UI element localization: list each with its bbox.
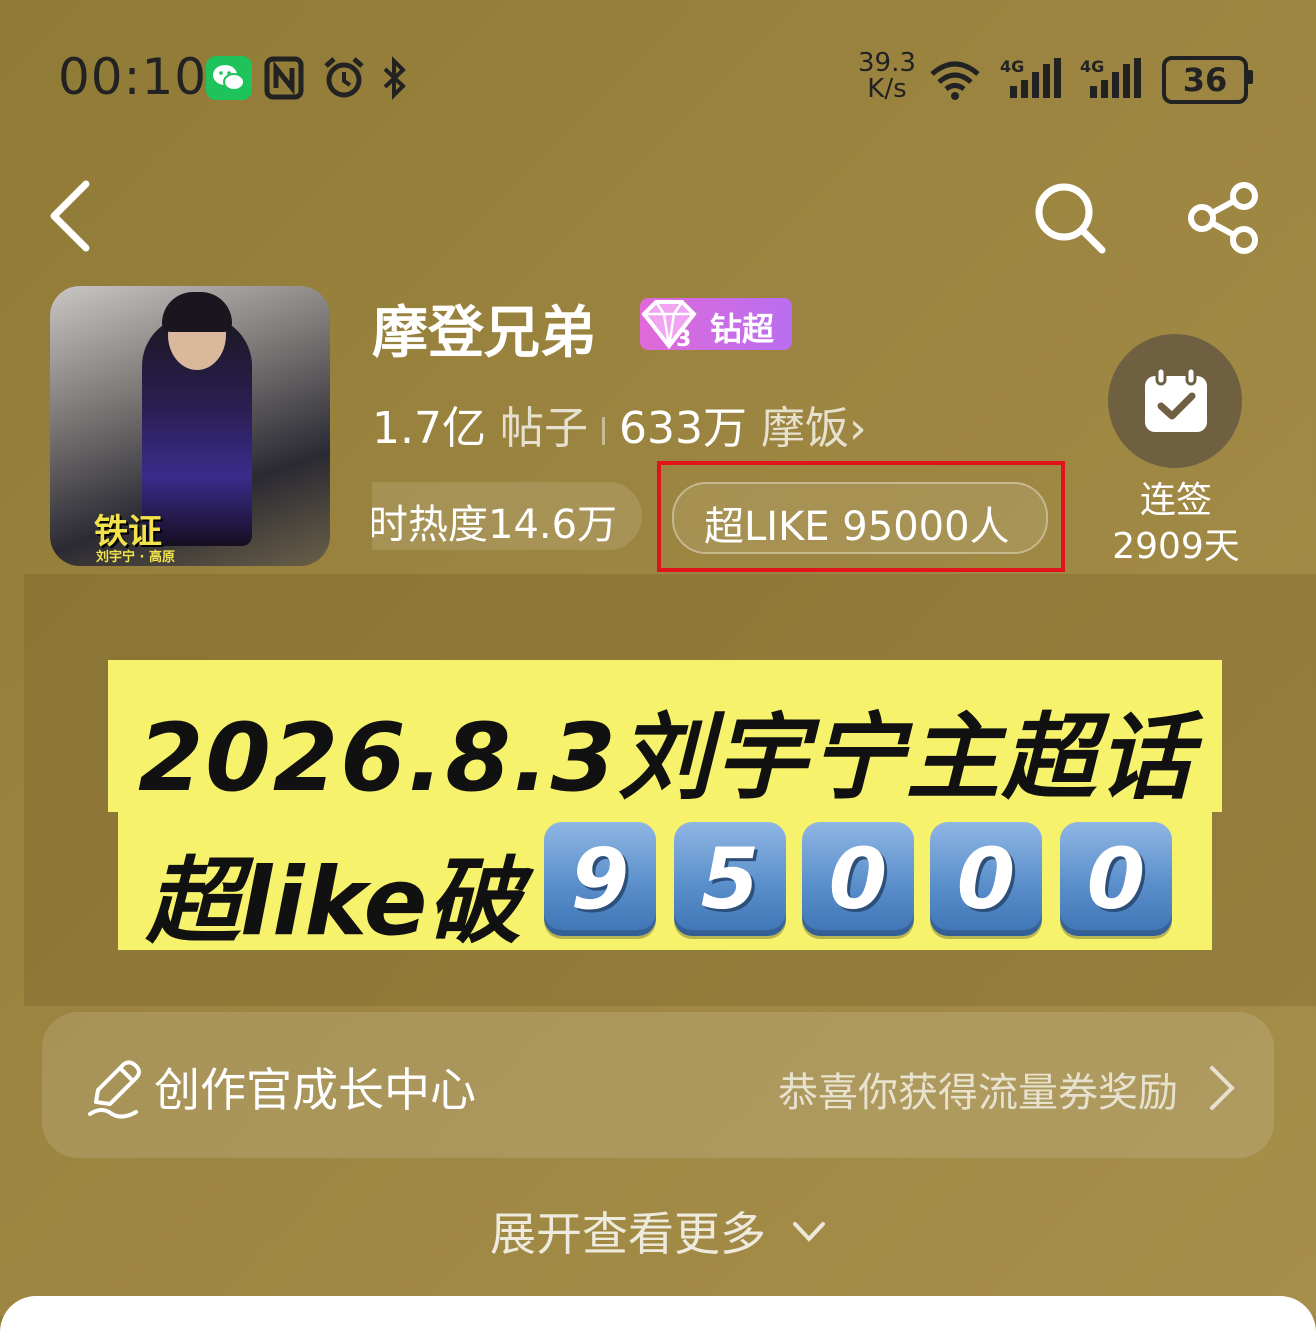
expand-more-button[interactable]: 展开查看更多 <box>490 1198 766 1264</box>
posts-count: 1.7亿 <box>372 403 486 454</box>
wifi-icon <box>926 56 984 100</box>
banner-line1-text: 2026.8.3刘宇宁主超话 <box>138 704 1194 813</box>
pen-icon <box>86 1056 146 1122</box>
chevron-right-icon <box>1208 1064 1236 1112</box>
checkin-label: 连签 2909天 <box>1098 478 1254 570</box>
fans-unit: 摩饭 <box>760 403 849 454</box>
banner-digit: 0 <box>930 822 1042 936</box>
diamond-super-badge[interactable]: 3 钻超 <box>640 298 792 352</box>
bottom-sheet <box>0 1296 1316 1336</box>
banner-digit: 0 <box>1060 822 1172 936</box>
badge-label: 钻超 <box>710 310 775 348</box>
wechat-icon <box>206 56 252 100</box>
creator-center-card[interactable]: 创作官成长中心 恭喜你获得流量券奖励 <box>42 1012 1274 1158</box>
creator-reward-text: 恭喜你获得流量券奖励 <box>778 1070 1178 1116</box>
highlight-annotation-box <box>657 461 1065 572</box>
banner-line1: 2026.8.3刘宇宁主超话 <box>108 660 1222 813</box>
search-icon[interactable] <box>1030 178 1110 258</box>
banner-line2-text: 超like破 <box>146 848 522 957</box>
chevron-down-icon[interactable] <box>792 1220 826 1244</box>
network-speed: 39.3 K/s <box>858 50 916 102</box>
bluetooth-icon <box>380 56 410 100</box>
svg-text:4G: 4G <box>1080 57 1104 76</box>
checkin-label-text: 连签 <box>1139 480 1212 521</box>
topic-stats[interactable]: 1.7亿 帖子 633万 摩饭› <box>372 392 867 456</box>
back-icon[interactable] <box>46 178 96 254</box>
network-speed-value: 39.3 <box>858 48 916 78</box>
cover-hair <box>162 292 232 332</box>
checkin-button[interactable] <box>1108 334 1242 468</box>
banner-digit: 0 <box>802 822 914 936</box>
cover-subtitle: 刘宇宁 · 高原 <box>96 550 175 565</box>
svg-text:4G: 4G <box>1000 57 1024 76</box>
checkin-days: 2909天 <box>1112 526 1240 567</box>
heat-text: 时热度14.6万 <box>372 502 618 548</box>
heat-pill[interactable]: 时热度14.6万 <box>372 482 642 550</box>
signal-4g-icon: 4G <box>1000 56 1064 100</box>
network-speed-unit: K/s <box>867 74 907 104</box>
signal-4g-icon: 4G <box>1080 56 1144 100</box>
calendar-check-icon <box>1141 366 1211 436</box>
topic-cover-image[interactable]: 铁证 刘宇宁 · 高原 <box>50 286 330 566</box>
alarm-icon <box>322 56 366 100</box>
svg-text:3: 3 <box>676 327 691 352</box>
battery-tip <box>1247 70 1253 84</box>
fans-count: 633万 <box>618 403 747 454</box>
posts-unit: 帖子 <box>499 403 588 454</box>
banner-line2: 超like破 9 5 0 0 0 <box>118 812 1212 957</box>
banner-digit: 9 <box>544 822 656 936</box>
status-time: 00:10 <box>58 48 208 106</box>
battery-icon: 36 <box>1162 56 1248 104</box>
chevron-right-icon: › <box>848 403 867 454</box>
diamond-icon: 3 <box>636 296 702 352</box>
creator-center-title: 创作官成长中心 <box>154 1063 476 1117</box>
stats-divider <box>601 417 605 445</box>
share-icon[interactable] <box>1186 180 1262 256</box>
topic-title: 摩登兄弟 <box>372 301 596 366</box>
banner-digit: 5 <box>674 822 786 936</box>
nfc-icon <box>264 56 304 100</box>
